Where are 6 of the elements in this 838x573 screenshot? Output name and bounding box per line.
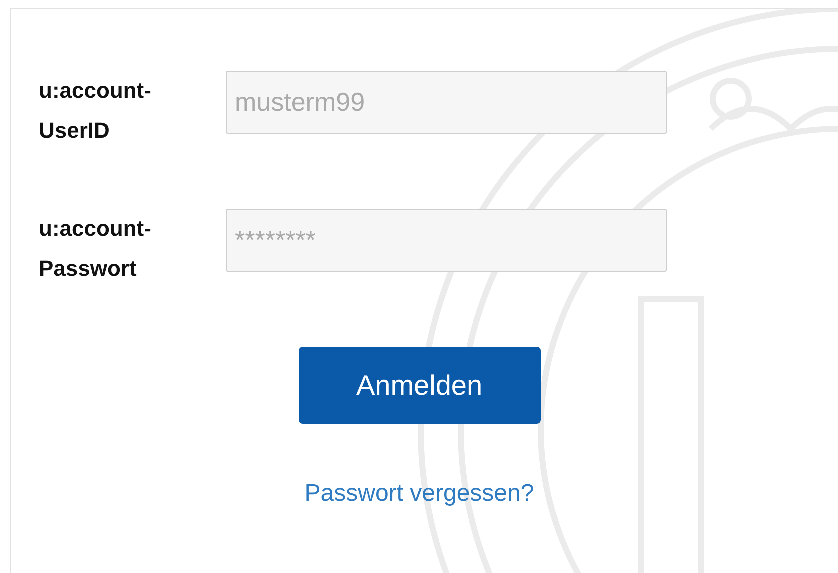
login-button[interactable]: Anmelden xyxy=(298,347,540,424)
input-field[interactable]: musterm99 xyxy=(226,71,667,134)
forgot-password-link[interactable]: Passwort vergessen? xyxy=(304,476,534,512)
field-label: u:account-Passwort xyxy=(39,215,152,283)
input-field[interactable]: ******** xyxy=(226,209,667,272)
field-label: u:account-UserID xyxy=(39,77,152,145)
